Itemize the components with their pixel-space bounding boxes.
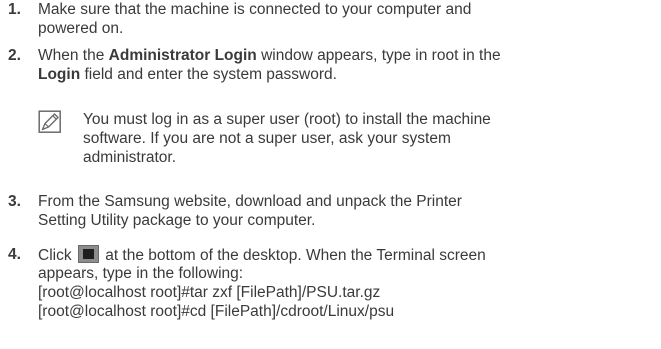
step-text: When the Administrator Login window appe… [38, 46, 653, 84]
note-text: You must log in as a super user (root) t… [83, 110, 658, 167]
command-line: [root@localhost root]#cd [FilePath]/cdro… [38, 303, 395, 320]
command-line: [root@localhost root]#tar zxf [FilePath]… [38, 284, 381, 301]
step-number: 2. [8, 47, 21, 64]
step-text: From the Samsung website, download and u… [38, 192, 653, 230]
text-run: at the bottom of the desktop. When the T… [100, 247, 486, 264]
ui-term-login: Login [38, 66, 81, 83]
ui-term-administrator-login: Administrator Login [108, 47, 257, 64]
terminal-icon [77, 245, 99, 263]
note-pencil-icon [38, 110, 62, 134]
step-line: From the Samsung website, download and u… [38, 193, 462, 210]
step-line: appears, type in the following: [38, 265, 244, 282]
step-text: Click at the bottom of the desktop. When… [38, 245, 653, 321]
step-line: Login field and enter the system passwor… [38, 65, 653, 84]
text-run: When the [38, 47, 109, 64]
step-number: 3. [8, 193, 21, 210]
step-line: When the Administrator Login window appe… [38, 46, 653, 65]
step-number: 1. [8, 1, 21, 18]
step-text: Make sure that the machine is connected … [38, 0, 653, 38]
text-run: field and enter the system password. [80, 66, 337, 83]
step-number: 4. [8, 246, 21, 263]
text-run: window appears, type in root in the [256, 47, 501, 64]
step-line: powered on. [38, 20, 124, 37]
step-line: Setting Utility package to your computer… [38, 212, 316, 229]
step-line: Click at the bottom of the desktop. When… [38, 245, 653, 264]
step-line: Make sure that the machine is connected … [38, 1, 472, 18]
note-line: You must log in as a super user (root) t… [83, 111, 491, 128]
note-line: software. If you are not a super user, a… [83, 130, 451, 147]
note-line: administrator. [83, 149, 177, 166]
text-run: Click [38, 247, 76, 264]
